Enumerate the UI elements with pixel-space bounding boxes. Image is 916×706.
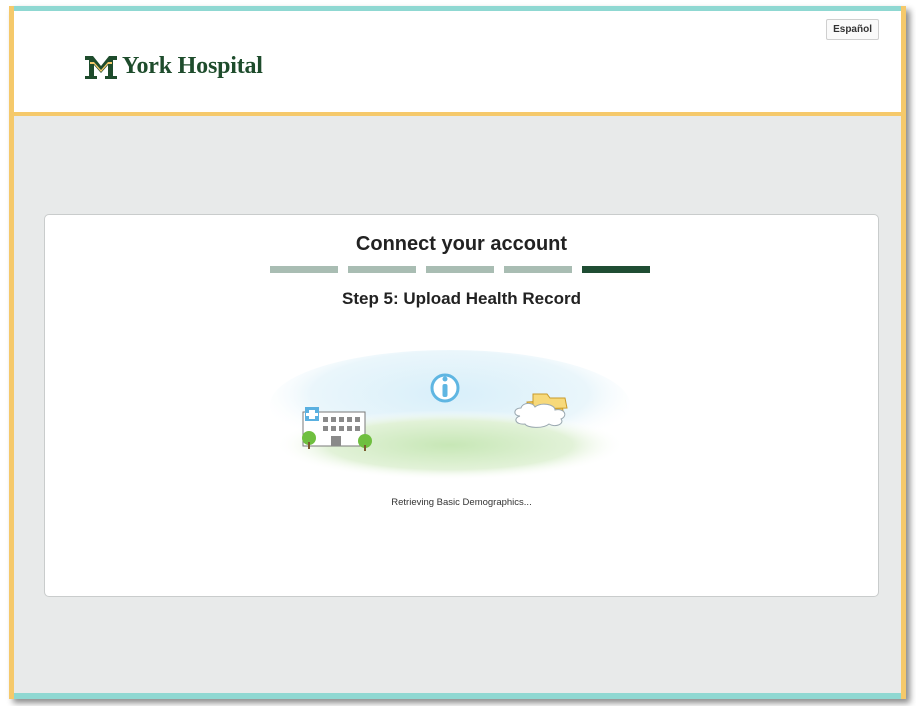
- card-title: Connect your account: [355, 233, 568, 255]
- bottom-accent-bar: [14, 693, 901, 699]
- step-title: Step 5: Upload Health Record: [342, 289, 581, 308]
- upload-status-text: Retrieving Basic Demographics...: [391, 497, 532, 508]
- language-toggle-button[interactable]: Español: [826, 19, 879, 40]
- connect-account-card: Connect your account Step 5: Upload Heal…: [44, 214, 879, 597]
- york-hospital-logo-icon: [85, 55, 117, 79]
- york-hospital-logo[interactable]: York Hospital: [83, 53, 263, 80]
- step-progress-indicator: [270, 266, 650, 273]
- step-indicator-1: [270, 266, 338, 273]
- step-indicator-4: [504, 266, 572, 273]
- hospital-building-icon: [302, 407, 372, 451]
- step-indicator-5: [582, 266, 650, 273]
- header: York Hospital Español: [14, 11, 901, 116]
- step-indicator-2: [348, 266, 416, 273]
- upload-progress-illustration: [270, 350, 630, 480]
- step-indicator-3: [426, 266, 494, 273]
- info-icon: [430, 373, 460, 403]
- logo-text: York Hospital: [122, 53, 263, 79]
- app-frame: York Hospital Español Connect your accou…: [9, 6, 906, 699]
